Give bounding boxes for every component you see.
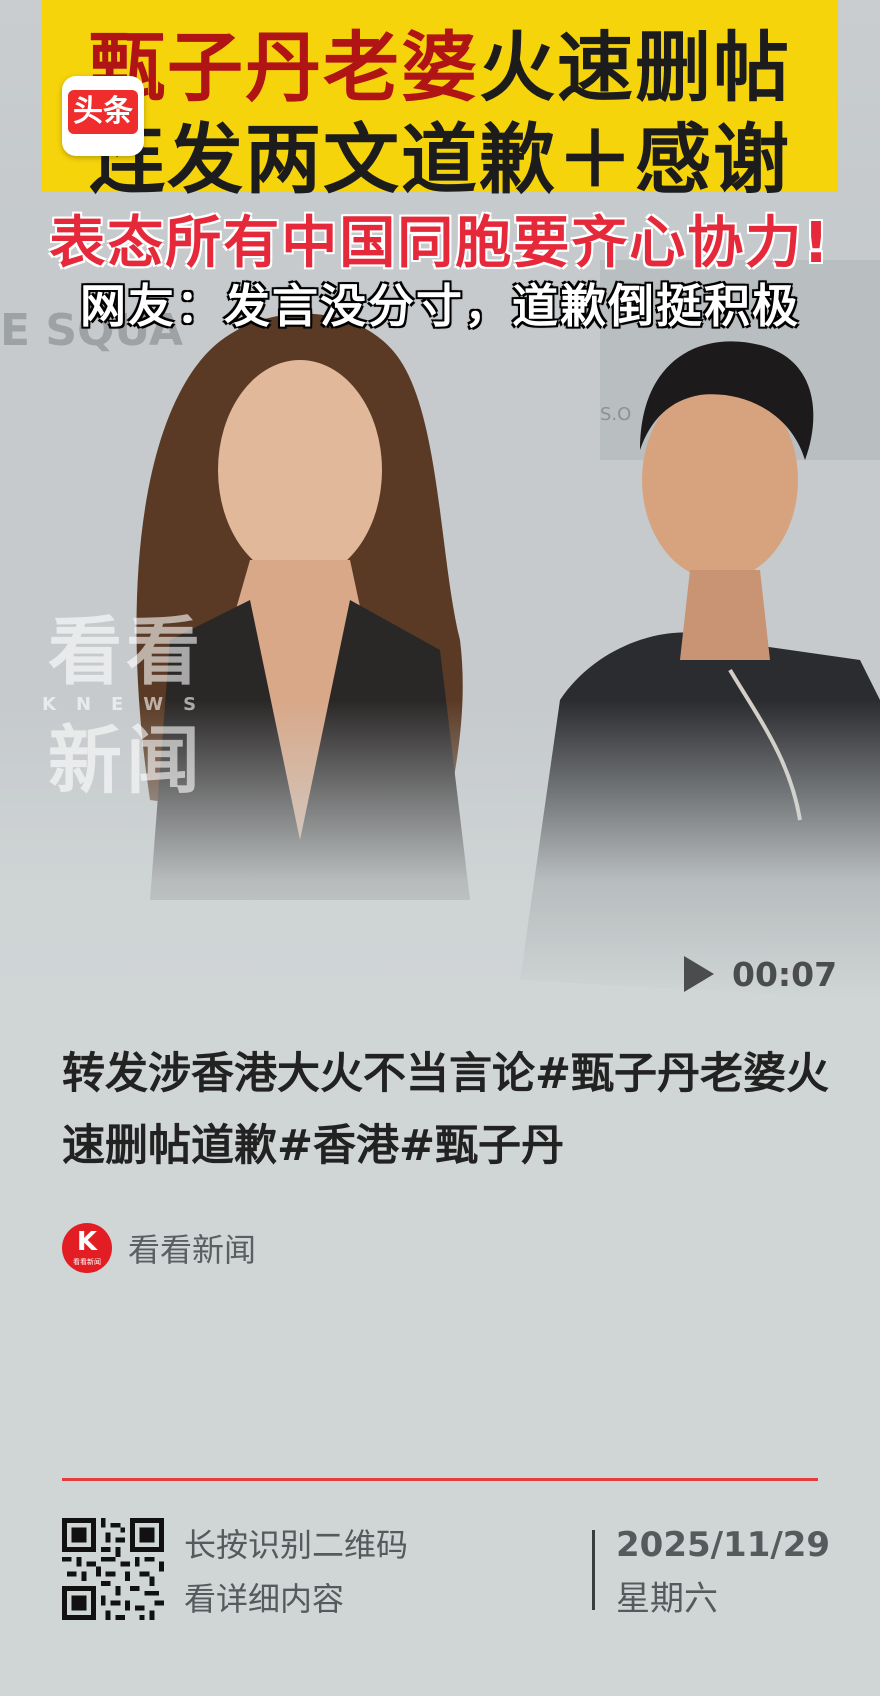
footer-divider	[62, 1478, 818, 1481]
video-duration[interactable]: 00:07	[684, 950, 837, 998]
source-logo-letter: K	[76, 1227, 98, 1257]
play-icon[interactable]	[684, 956, 714, 992]
article-headline[interactable]: 转发涉香港大火不当言论#甄子丹老婆火速删帖道歉#香港#甄子丹	[62, 1038, 832, 1182]
weekday-text: 星期六	[616, 1579, 718, 1619]
banner-line-3: 表态所有中国同胞要齐心协力!	[49, 211, 831, 276]
kankan-news-logo-icon: K 看看新闻	[62, 1223, 112, 1273]
source-name: 看看新闻	[128, 1231, 257, 1269]
toutiao-logo-text: 头条	[68, 90, 138, 134]
footer-separator	[592, 1530, 595, 1610]
qr-code-icon[interactable]	[62, 1518, 164, 1620]
source-logo-sub: 看看新闻	[73, 1258, 101, 1266]
watermark-bottom: 新闻	[48, 718, 204, 804]
qr-instructions: 长按识别二维码 看详细内容	[184, 1518, 408, 1626]
toutiao-logo: 头条	[62, 76, 144, 156]
watermark-top: 看看	[48, 609, 204, 695]
footer-date: 2025/11/29 星期六	[616, 1518, 830, 1626]
qr-line-1: 长按识别二维码	[184, 1526, 409, 1564]
article-source[interactable]: K 看看新闻 看看新闻	[62, 1222, 256, 1274]
watermark-middle: KNEWS	[42, 694, 217, 715]
duration-text: 00:07	[732, 954, 838, 994]
banner-line-4: 网友：发言没分寸，道歉倒挺积极	[80, 279, 800, 333]
knews-watermark: 看看 KNEWS 新闻	[36, 610, 216, 803]
video-thumbnail[interactable]: E SQUA S.O 甄子丹老婆火速删帖 连发两文道歉＋感谢 表态所有中国同胞要…	[0, 0, 880, 1000]
svg-text:S.O: S.O	[600, 404, 631, 425]
date-text: 2025/11/29	[616, 1525, 831, 1565]
qr-line-2: 看详细内容	[184, 1580, 345, 1618]
